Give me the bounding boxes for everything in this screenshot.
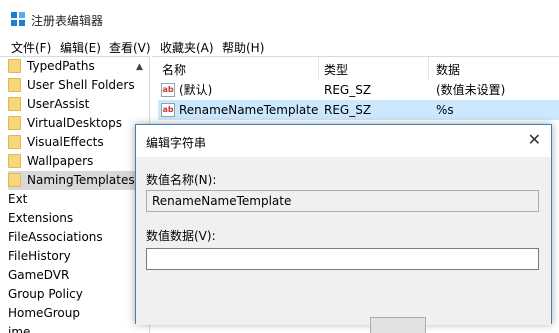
column-divider[interactable] [428,57,429,79]
menu-view[interactable]: 查看(V) [109,39,151,56]
tree-item-extensions[interactable]: Extensions [8,209,73,228]
dialog-title: 编辑字符串 [146,136,207,150]
tree-item-homegroup[interactable]: HomeGroup [8,304,80,323]
tree-item-label: Wallpapers [27,154,94,168]
value-type: REG_SZ [324,103,372,117]
dialog-body: 数值名称(N): RenameNameTemplate 数值数据(V): [136,157,551,333]
tree-item-label: VirtualDesktops [27,116,122,130]
tree-item-gamedvr[interactable]: GameDVR [8,266,69,285]
value-name: (默认) [179,83,213,97]
tree-item-group-policy[interactable]: Group Policy [8,285,83,304]
folder-icon [8,59,21,73]
folder-icon [8,97,21,111]
edit-string-dialog: 编辑字符串 ✕ 数值名称(N): RenameNameTemplate 数值数据… [135,124,552,333]
close-icon[interactable]: ✕ [528,130,541,149]
column-header-name[interactable]: 名称 [162,61,186,78]
column-header-type[interactable]: 类型 [324,61,348,78]
column-divider[interactable] [318,57,319,79]
string-value-icon: ab [161,103,175,117]
tree-item-label: User Shell Folders [27,78,135,92]
menu-help[interactable]: 帮助(H) [222,39,264,56]
tree-item-filehistory[interactable]: FileHistory [8,247,71,266]
value-name: RenameNameTemplate [179,103,319,117]
menu-bar: 文件(F) 编辑(E) 查看(V) 收藏夹(A) 帮助(H) [0,36,559,56]
tree-item-label: NamingTemplates [27,173,135,187]
folder-icon [8,78,21,92]
tree-item-fileassociations[interactable]: FileAssociations [8,228,103,247]
list-row-selected[interactable]: ab RenameNameTemplate REG_SZ %s [158,100,559,120]
folder-icon [8,116,21,130]
title-bar: 注册表编辑器 [0,0,559,36]
folder-icon [8,135,21,149]
folder-icon [8,154,21,168]
list-row[interactable]: ab (默认) REG_SZ (数值未设置) [158,80,559,100]
ok-button[interactable] [370,317,426,333]
value-data-label: 数值数据(V): [146,229,216,243]
menu-file[interactable]: 文件(F) [11,39,51,56]
window-title: 注册表编辑器 [31,14,104,28]
key-tree[interactable]: TypedPaths User Shell Folders UserAssist… [0,56,150,333]
value-data: %s [436,103,454,117]
tree-item-label: VisualEffects [27,135,104,149]
registry-editor-icon [11,12,25,26]
tree-item-label: UserAssist [27,97,90,111]
value-name-field: RenameNameTemplate [146,190,539,212]
value-name-label: 数值名称(N): [146,173,217,187]
menu-edit[interactable]: 编辑(E) [60,39,101,56]
column-header-data[interactable]: 数据 [436,61,460,78]
value-type: REG_SZ [324,83,372,97]
value-data-input[interactable] [146,248,539,270]
tree-item-label: TypedPaths [27,59,95,73]
folder-icon [8,173,21,187]
tree-item-namingtemplates[interactable]: NamingTemplates [8,171,149,190]
string-value-icon: ab [161,83,175,97]
value-data: (数值未设置) [436,83,506,97]
tree-item-ext[interactable]: Ext [8,190,27,209]
scroll-up-arrow-icon[interactable]: ▲ [136,62,143,72]
menu-favorites[interactable]: 收藏夹(A) [160,39,214,56]
tree-item-ime[interactable]: ime [8,323,30,333]
